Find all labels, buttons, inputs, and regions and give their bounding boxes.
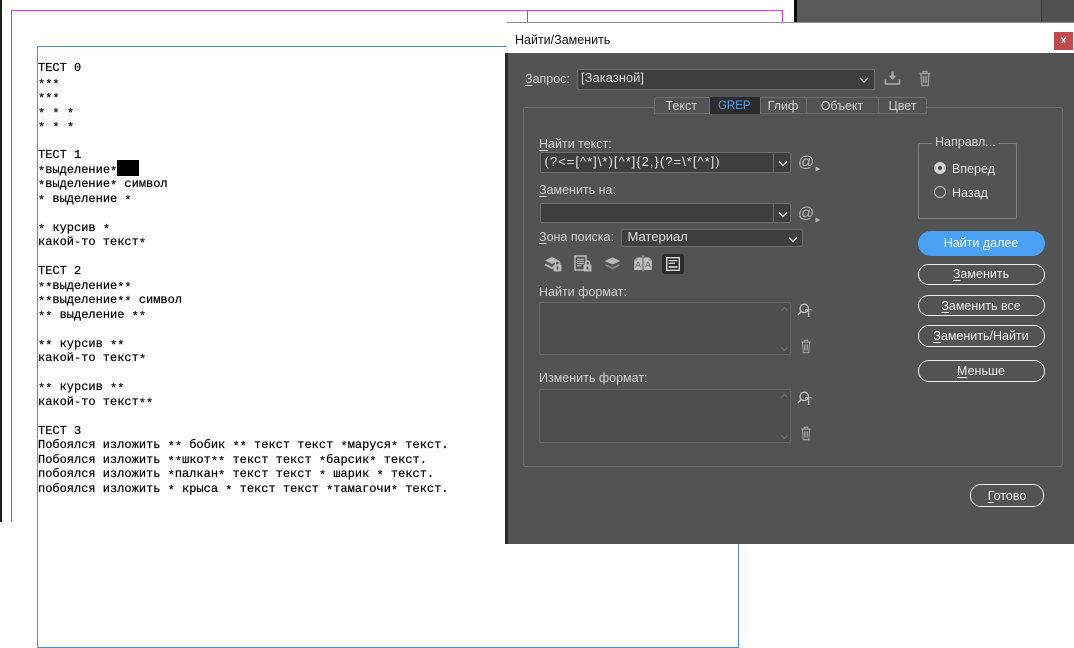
svg-text:A: A <box>635 259 641 269</box>
svg-text:T: T <box>805 394 813 407</box>
svg-text:A: A <box>645 259 651 269</box>
svg-text:T: T <box>805 306 813 319</box>
